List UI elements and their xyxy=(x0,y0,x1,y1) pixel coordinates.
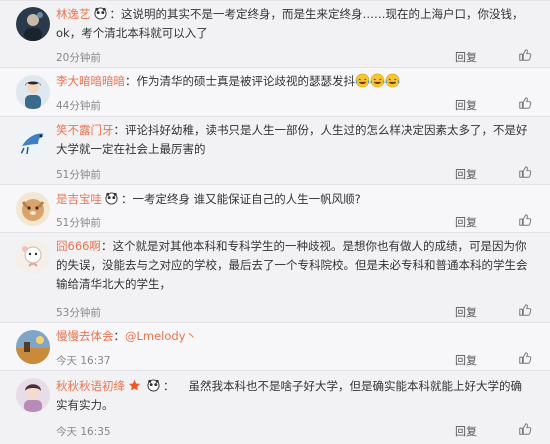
username-link[interactable]: 是吉宝哇 xyxy=(56,192,102,206)
username-link[interactable]: 慢慢去体会 xyxy=(56,329,114,343)
comment-text: 秋秋秋语初绛：虽然我本科也不是啥子好大学，但是确实能本科就能上好大学的确实有实力… xyxy=(56,379,522,412)
comment-item: 囧666啊：这个就是对其他本科和专科学生的一种歧视。是想你也有做人的成绩，可是因… xyxy=(0,233,550,323)
laugh-cry-emoji-icon xyxy=(370,73,385,88)
comment-time: 44分钟前 xyxy=(56,100,101,112)
like-button[interactable] xyxy=(518,351,532,365)
comment-body: 这说明的其实不是一考定终身，而是生来定终身……现在的上海户口，你没钱，ok，考个… xyxy=(56,7,524,40)
comment-text: 是吉宝哇 ：一考定终身 谁又能保证自己的人生一帆风顺? xyxy=(56,192,361,206)
laugh-cry-emoji-icon xyxy=(385,73,400,88)
comment-time: 53分钟前 xyxy=(56,307,101,319)
comment-text: 囧666啊：这个就是对其他本科和专科学生的一种歧视。是想你也有做人的成绩，可是因… xyxy=(56,239,528,291)
comment-body: 作为清华的硕士真是被评论歧视的瑟瑟发抖 xyxy=(136,74,356,88)
username-link[interactable]: 李大暗暗暗暗 xyxy=(56,74,125,88)
like-button[interactable] xyxy=(518,213,532,227)
reply-button[interactable]: 回复 xyxy=(455,352,477,368)
reply-button[interactable]: 回复 xyxy=(455,49,477,65)
reply-button[interactable]: 回复 xyxy=(455,304,477,320)
mention-link[interactable]: @Lmelody丶 xyxy=(125,329,197,343)
user-avatar[interactable] xyxy=(16,378,50,412)
panda-badge-icon xyxy=(93,7,107,20)
star-badge-icon xyxy=(128,379,141,392)
comment-time: 51分钟前 xyxy=(56,217,101,229)
comment-time: 今天 16:35 xyxy=(56,426,111,438)
user-avatar[interactable] xyxy=(16,75,50,109)
username-link[interactable]: 笑不露门牙 xyxy=(56,123,114,137)
comment-feed: 林逸艺 ：这说明的其实不是一考定终身，而是生来定终身……现在的上海户口，你没钱，o… xyxy=(0,0,550,444)
comment-item: 林逸艺 ：这说明的其实不是一考定终身，而是生来定终身……现在的上海户口，你没钱，o… xyxy=(0,1,550,68)
user-avatar[interactable] xyxy=(16,192,50,226)
comment-item: 李大暗暗暗暗：作为清华的硕士真是被评论歧视的瑟瑟发抖 44分钟前 回复 xyxy=(0,68,550,117)
comment-body: 这个就是对其他本科和专科学生的一种歧视。是想你也有做人的成绩，可是因为你的失误，… xyxy=(56,239,528,291)
like-button[interactable] xyxy=(518,165,532,179)
like-button[interactable] xyxy=(518,303,532,317)
reply-button[interactable]: 回复 xyxy=(455,166,477,182)
comment-text: 慢慢去体会：@Lmelody丶 xyxy=(56,329,198,343)
user-avatar[interactable] xyxy=(16,240,50,274)
user-avatar[interactable] xyxy=(16,124,50,158)
comment-body: 一考定终身 谁又能保证自己的人生一帆风顺? xyxy=(132,192,361,206)
comment-text: 笑不露门牙：评论抖好幼稚，读书只是人生一部份，人生过的怎么样决定因素太多了，不是… xyxy=(56,123,528,156)
thumbs-up-icon xyxy=(519,97,532,109)
comment-text: 李大暗暗暗暗：作为清华的硕士真是被评论歧视的瑟瑟发抖 xyxy=(56,72,532,91)
comment-item: 慢慢去体会：@Lmelody丶 今天 16:37 回复 xyxy=(0,323,550,371)
reply-button[interactable]: 回复 xyxy=(455,214,477,230)
comment-text: 林逸艺 ：这说明的其实不是一考定终身，而是生来定终身……现在的上海户口，你没钱，o… xyxy=(56,7,524,40)
panda-badge-icon xyxy=(147,379,160,392)
username-link[interactable]: 囧666啊 xyxy=(56,239,101,253)
comment-body: 虽然我本科也不是啥子好大学，但是确实能本科就能上好大学的确实有实力。 xyxy=(56,379,522,412)
comment-item: 秋秋秋语初绛：虽然我本科也不是啥子好大学，但是确实能本科就能上好大学的确实有实力… xyxy=(0,371,550,444)
like-button[interactable] xyxy=(518,96,532,110)
comment-time: 20分钟前 xyxy=(56,52,101,64)
username-link[interactable]: 秋秋秋语初绛 xyxy=(56,379,125,393)
like-button[interactable] xyxy=(518,422,532,436)
comment-item: 是吉宝哇 ：一考定终身 谁又能保证自己的人生一帆风顺? 51分钟前 回复 xyxy=(0,185,550,233)
reply-button[interactable]: 回复 xyxy=(455,97,477,113)
thumbs-up-icon xyxy=(519,49,532,61)
comment-body: 评论抖好幼稚，读书只是人生一部份，人生过的怎么样决定因素太多了，不是好大学就一定… xyxy=(56,123,528,156)
thumbs-up-icon xyxy=(519,166,532,178)
laugh-cry-emoji-icon xyxy=(355,73,370,88)
username-link[interactable]: 林逸艺 xyxy=(56,7,91,21)
user-avatar[interactable] xyxy=(16,330,50,364)
thumbs-up-icon xyxy=(519,352,532,364)
comment-time: 今天 16:37 xyxy=(56,355,111,367)
comment-item: 笑不露门牙：评论抖好幼稚，读书只是人生一部份，人生过的怎么样决定因素太多了，不是… xyxy=(0,117,550,185)
thumbs-up-icon xyxy=(519,214,532,226)
panda-badge-icon xyxy=(105,192,118,205)
thumbs-up-icon xyxy=(519,304,532,316)
user-avatar[interactable] xyxy=(16,7,50,41)
like-button[interactable] xyxy=(518,48,532,62)
thumbs-up-icon xyxy=(519,423,532,435)
comment-time: 51分钟前 xyxy=(56,169,101,181)
reply-button[interactable]: 回复 xyxy=(455,423,477,439)
